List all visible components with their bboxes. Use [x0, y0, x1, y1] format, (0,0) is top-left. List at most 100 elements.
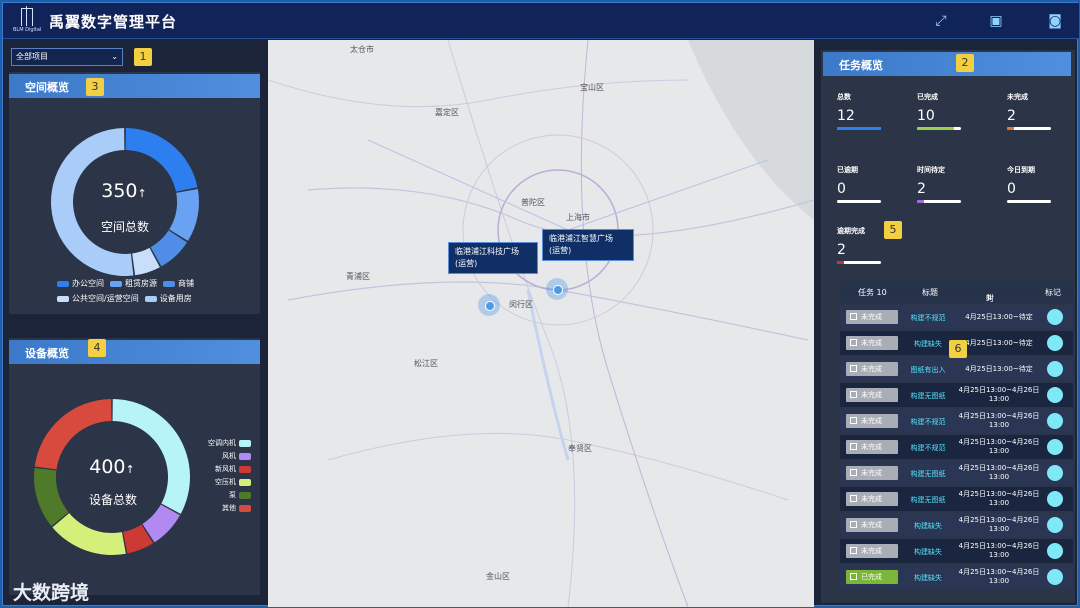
legend-swatch	[239, 491, 251, 499]
table-row[interactable]: 未完成 构建不规范 4月25日13:00~待定	[840, 305, 1073, 329]
legend-item: 租赁房源	[110, 278, 157, 289]
mark-icon[interactable]	[1047, 491, 1063, 507]
task-title-link[interactable]: 构建不规范	[904, 313, 952, 323]
mark-icon[interactable]	[1047, 361, 1063, 377]
map-pin[interactable]	[546, 278, 568, 300]
checkbox[interactable]	[850, 495, 857, 502]
checkbox[interactable]	[850, 417, 857, 424]
task-stat-label: 已完成	[917, 93, 938, 101]
mark-icon[interactable]	[1047, 335, 1063, 351]
checkbox[interactable]	[850, 573, 857, 580]
task-title-link[interactable]: 构建缺失	[904, 521, 952, 531]
map-view[interactable]: 太仓市 嘉定区 宝山区 青浦区 闵行区 松江区 奉贤区 金山区 上海市 普陀区 …	[268, 40, 814, 607]
table-row[interactable]: 未完成 图纸有出入 4月25日13:00~待定	[840, 357, 1073, 381]
checkbox[interactable]	[850, 469, 857, 476]
user-icon[interactable]: ◙	[1047, 13, 1063, 29]
table-row[interactable]: 未完成 构建缺失 4月25日13:00~4月26日 13:00	[840, 513, 1073, 537]
task-title-link[interactable]: 构建不规范	[904, 417, 952, 427]
task-title-link[interactable]: 构建无图纸	[904, 391, 952, 401]
table-row[interactable]: 已完成 构建缺失 4月25日13:00~4月26日 13:00	[840, 565, 1073, 589]
map-label: 青浦区	[346, 272, 370, 281]
task-title-link[interactable]: 图纸有出入	[904, 365, 952, 375]
mark-icon[interactable]	[1047, 387, 1063, 403]
legend-item: 公共空间/运营空间	[57, 293, 139, 304]
legend-item: 商铺	[163, 278, 194, 289]
message-icon[interactable]: ▣	[988, 13, 1004, 29]
sort-icon[interactable]: ⇅	[986, 293, 993, 302]
map-callout-keji[interactable]: 临港浦江科技广场 (运营)	[448, 242, 538, 274]
mark-icon[interactable]	[1047, 465, 1063, 481]
space-total-label: 空间总数	[100, 220, 149, 234]
table-row[interactable]: 未完成 构建不规范 4月25日13:00~4月26日 13:00	[840, 409, 1073, 433]
status-toggle[interactable]: 未完成	[846, 518, 898, 532]
task-stat[interactable]: 今日到期 0	[1007, 165, 1051, 203]
task-stat[interactable]: 逾期完成 2	[837, 226, 881, 264]
mark-icon[interactable]	[1047, 543, 1063, 559]
task-stat-value: 12	[837, 108, 855, 124]
table-row[interactable]: 未完成 构建无图纸 4月25日13:00~4月26日 13:00	[840, 383, 1073, 407]
task-time: 4月25日13:00~4月26日 13:00	[958, 412, 1040, 429]
task-stat-bar	[917, 200, 961, 203]
task-stat[interactable]: 已完成 10	[917, 92, 961, 130]
checkbox[interactable]	[850, 365, 857, 372]
legend-item: 其他	[222, 503, 251, 513]
checkbox[interactable]	[850, 547, 857, 554]
task-stat[interactable]: 已逾期 0	[837, 165, 881, 203]
status-toggle[interactable]: 未完成	[846, 336, 898, 350]
logo-brand-text: BLM Digital	[13, 27, 42, 33]
table-row[interactable]: 未完成 构建缺失 4月25日13:00~4月26日 13:00	[840, 539, 1073, 563]
checkbox[interactable]	[850, 339, 857, 346]
table-row[interactable]: 未完成 构建无图纸 4月25日13:00~4月26日 13:00	[840, 461, 1073, 485]
map-label: 松江区	[414, 359, 438, 368]
map-label: 闵行区	[509, 300, 533, 309]
project-select[interactable]: 全部项目 ⌄	[11, 48, 123, 66]
task-stat-value: 2	[837, 242, 846, 258]
status-toggle[interactable]: 未完成	[846, 544, 898, 558]
checkbox[interactable]	[850, 521, 857, 528]
status-toggle[interactable]: 未完成	[846, 492, 898, 506]
mark-icon[interactable]	[1047, 413, 1063, 429]
mark-icon[interactable]	[1047, 439, 1063, 455]
task-stat[interactable]: 总数 12	[837, 92, 881, 130]
callout-badge-6: 6	[949, 340, 967, 358]
mark-icon[interactable]	[1047, 517, 1063, 533]
project-select-value: 全部项目	[16, 52, 48, 61]
fullscreen-icon[interactable]: ⤢	[933, 13, 949, 29]
task-title-link[interactable]: 构建无图纸	[904, 495, 952, 505]
status-toggle[interactable]: 未完成	[846, 440, 898, 454]
task-stat[interactable]: 未完成 2	[1007, 92, 1051, 130]
map-pin[interactable]	[478, 294, 500, 316]
legend-label: 公共空间/运营空间	[72, 294, 139, 303]
task-table-header: 任务 10 标题 时间 ⇅ 标记	[840, 281, 1073, 314]
legend-label: 其他	[222, 504, 236, 512]
task-time: 4月25日13:00~待定	[965, 339, 1033, 347]
status-toggle[interactable]: 已完成	[846, 570, 898, 584]
table-row[interactable]: 未完成 构建无图纸 4月25日13:00~4月26日 13:00	[840, 487, 1073, 511]
task-title-link[interactable]: 构建缺失	[904, 547, 952, 557]
app-logo: BLM Digital	[13, 6, 43, 36]
checkbox[interactable]	[850, 313, 857, 320]
table-row[interactable]: 未完成 构建不规范 4月25日13:00~4月26日 13:00	[840, 435, 1073, 459]
task-title-link[interactable]: 构建缺失	[904, 573, 952, 583]
task-title-link[interactable]: 构建不规范	[904, 443, 952, 453]
app-frame: BLM Digital 禹翼数字管理平台 ⤢ ▣ ◙ 全部项目 ⌄ 1 空间概览…	[2, 2, 1079, 607]
legend-swatch	[57, 295, 69, 302]
space-overview-title: 空间概览	[25, 81, 69, 94]
status-toggle[interactable]: 未完成	[846, 466, 898, 480]
legend-swatch	[239, 452, 251, 460]
legend-swatch	[239, 478, 251, 486]
checkbox[interactable]	[850, 443, 857, 450]
mark-icon[interactable]	[1047, 309, 1063, 325]
status-toggle[interactable]: 未完成	[846, 362, 898, 376]
checkbox[interactable]	[850, 391, 857, 398]
mark-icon[interactable]	[1047, 569, 1063, 585]
map-label: 宝山区	[580, 83, 604, 92]
status-toggle[interactable]: 未完成	[846, 388, 898, 402]
status-toggle[interactable]: 未完成	[846, 310, 898, 324]
legend-item: 风机	[222, 451, 251, 461]
task-stat[interactable]: 时间待定 2	[917, 165, 961, 203]
task-title-link[interactable]: 构建无图纸	[904, 469, 952, 479]
map-callout-zhihui[interactable]: 临港浦江智慧广场 (运营)	[542, 229, 634, 261]
status-toggle[interactable]: 未完成	[846, 414, 898, 428]
task-title-link[interactable]: 构建缺失	[904, 339, 952, 349]
